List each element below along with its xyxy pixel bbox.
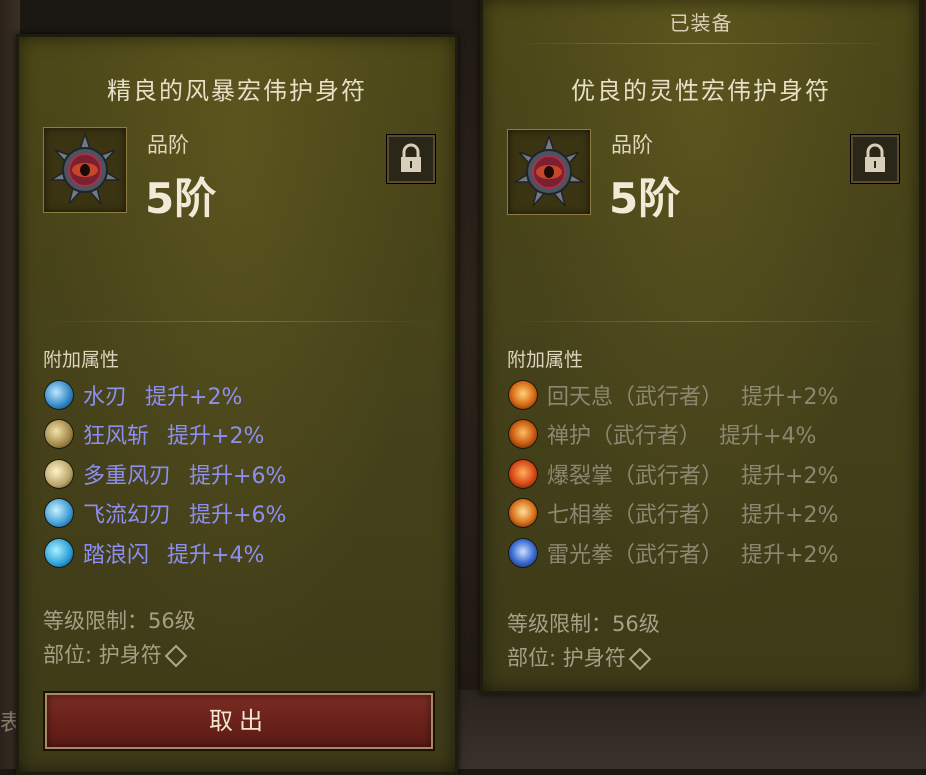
attribute-name: 狂风斩	[83, 424, 150, 450]
item-tooltip-left: 精良的风暴宏伟护身符 品阶 5阶 附加属性 水刃 提升+2% 狂风斩 提升+2%…	[16, 34, 458, 775]
level-requirement: 等级限制：56级	[43, 609, 196, 633]
lock-icon	[401, 143, 421, 172]
item-icon-frame	[43, 127, 127, 213]
attribute-bonus: 提升+6%	[189, 503, 287, 529]
item-icon-frame	[507, 129, 591, 215]
attribute-name: 飞流幻刃	[83, 503, 172, 529]
item-slot: 部位: 护身符	[43, 639, 188, 669]
amulet-icon	[512, 133, 586, 207]
attribute-list: 水刃 提升+2% 狂风斩 提升+2% 多重风刃 提升+6% 飞流幻刃 提升+6%…	[45, 375, 286, 573]
item-tooltip-right: 已装备 优良的灵性宏伟护身符 品阶 5阶 附加属性 回天息（武行者） 提升+2%	[480, 0, 922, 694]
item-title: 精良的风暴宏伟护身符	[107, 77, 367, 105]
equipped-label: 已装备	[669, 11, 733, 35]
level-requirement: 等级限制：56级	[507, 612, 660, 636]
attribute-name: 多重风刃	[83, 463, 172, 489]
multi-wind-blade-icon	[45, 459, 73, 488]
attribute-name: 踏浪闪	[83, 542, 150, 568]
attribute-bonus: 提升+4%	[719, 424, 817, 450]
attribute-row: 七相拳（武行者） 提升+2%	[509, 494, 838, 534]
zen-guard-icon	[509, 420, 537, 449]
item-slot-text: 部位: 护身符	[507, 646, 626, 670]
grade-value: 5阶	[609, 174, 681, 223]
attribute-bonus: 提升+2%	[145, 384, 243, 410]
attribute-list: 回天息（武行者） 提升+2% 禅护（武行者） 提升+4% 爆裂掌（武行者） 提升…	[509, 375, 838, 573]
lock-icon	[865, 143, 885, 172]
section-divider	[41, 321, 433, 322]
attributes-header: 附加属性	[43, 349, 120, 371]
attribute-name: 爆裂掌（武行者）	[547, 463, 724, 489]
wave-step-flash-icon	[45, 538, 73, 567]
grade-value: 5阶	[145, 174, 217, 223]
amulet-slot-icon	[628, 647, 652, 671]
attribute-row: 狂风斩 提升+2%	[45, 415, 286, 455]
attribute-row: 雷光拳（武行者） 提升+2%	[509, 533, 838, 573]
attribute-row: 回天息（武行者） 提升+2%	[509, 375, 838, 415]
seven-aspect-fist-icon	[509, 499, 537, 528]
equipped-divider	[511, 43, 891, 44]
grade-label: 品阶	[611, 133, 653, 157]
attribute-name: 七相拳（武行者）	[547, 503, 724, 529]
attribute-bonus: 提升+2%	[741, 542, 839, 568]
water-blade-icon	[45, 380, 73, 409]
amulet-slot-icon	[164, 644, 188, 668]
flying-phantom-blade-icon	[45, 499, 73, 528]
grade-label: 品阶	[147, 133, 189, 157]
attribute-row: 水刃 提升+2%	[45, 375, 286, 415]
attribute-bonus: 提升+2%	[741, 463, 839, 489]
item-title: 优良的灵性宏伟护身符	[571, 77, 831, 105]
take-out-button[interactable]: 取出	[45, 693, 433, 749]
attribute-row: 禅护（武行者） 提升+4%	[509, 415, 838, 455]
attributes-header: 附加属性	[507, 349, 584, 371]
thunder-fist-icon	[509, 538, 537, 567]
attribute-bonus: 提升+4%	[167, 542, 265, 568]
section-divider	[505, 321, 897, 322]
attribute-bonus: 提升+2%	[167, 424, 265, 450]
attribute-bonus: 提升+2%	[741, 384, 839, 410]
attribute-row: 多重风刃 提升+6%	[45, 454, 286, 494]
attribute-bonus: 提升+2%	[741, 503, 839, 529]
attribute-name: 回天息（武行者）	[547, 384, 724, 410]
attribute-bonus: 提升+6%	[189, 463, 287, 489]
attribute-name: 水刃	[83, 384, 128, 410]
attribute-name: 雷光拳（武行者）	[547, 542, 724, 568]
gale-slash-icon	[45, 420, 73, 449]
burst-palm-icon	[509, 459, 537, 488]
lock-button[interactable]	[387, 135, 435, 183]
item-slot-text: 部位: 护身符	[43, 643, 162, 667]
lock-button[interactable]	[851, 135, 899, 183]
item-slot: 部位: 护身符	[507, 642, 652, 672]
heavenly-breath-icon	[509, 380, 537, 409]
attribute-name: 禅护（武行者）	[547, 424, 702, 450]
amulet-icon	[48, 131, 122, 205]
background-bottom	[450, 690, 926, 769]
attribute-row: 飞流幻刃 提升+6%	[45, 494, 286, 534]
attribute-row: 踏浪闪 提升+4%	[45, 533, 286, 573]
attribute-row: 爆裂掌（武行者） 提升+2%	[509, 454, 838, 494]
